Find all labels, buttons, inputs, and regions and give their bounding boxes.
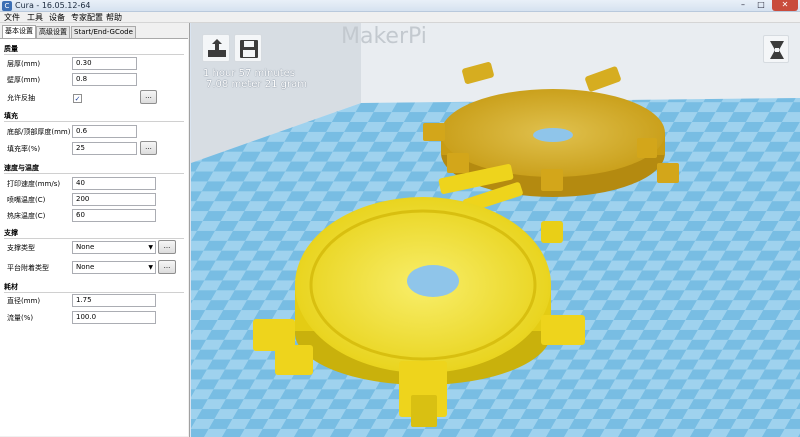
retraction-label: 允许反抽 <box>7 94 35 102</box>
filament-diameter-input[interactable]: 1.75 <box>72 294 156 307</box>
menu-expert[interactable]: 专家配置 <box>71 13 103 22</box>
load-model-button[interactable] <box>202 34 230 62</box>
print-amount-text: 7.08 meter 21 gram <box>206 79 307 90</box>
cura-app-icon: C <box>2 1 12 11</box>
retraction-checkbox[interactable]: ✓ <box>73 94 82 103</box>
menu-file[interactable]: 文件 <box>4 13 20 22</box>
section-title-speed: 速度与温度 <box>4 164 39 172</box>
view-mode-icon <box>770 41 784 59</box>
fill-settings-button[interactable]: ... <box>140 141 157 155</box>
support-type-value: None <box>76 243 95 251</box>
section-title-filament: 耗材 <box>4 283 18 291</box>
filament-flow-input[interactable]: 100.0 <box>72 311 156 324</box>
support-type-select[interactable]: None ▼ <box>72 241 156 254</box>
3d-viewport[interactable]: MakerPi 1 hour 57 minutes 7.08 meter 21 … <box>191 23 800 437</box>
layer-height-label: 层厚(mm) <box>7 60 41 68</box>
minimize-button[interactable]: – <box>734 0 752 11</box>
menu-tools[interactable]: 工具 <box>27 13 43 22</box>
save-toolpath-button[interactable] <box>234 34 262 62</box>
maximize-button[interactable]: □ <box>752 0 770 11</box>
adhesion-type-label: 平台附着类型 <box>7 264 49 272</box>
adhesion-type-value: None <box>76 263 95 271</box>
print-speed-label: 打印速度(mm/s) <box>7 180 61 188</box>
dropdown-arrow-icon: ▼ <box>148 244 153 251</box>
filament-diameter-label: 直径(mm) <box>7 297 41 305</box>
load-icon <box>208 39 226 57</box>
bed-temp-label: 热床温度(C) <box>7 212 46 220</box>
section-divider <box>4 54 184 55</box>
support-type-label: 支撑类型 <box>7 244 35 252</box>
close-button[interactable]: ✕ <box>772 0 798 11</box>
tab-advanced[interactable]: 高级设置 <box>36 26 70 38</box>
menu-help[interactable]: 帮助 <box>106 13 122 22</box>
section-divider <box>4 238 184 239</box>
view-mode-button[interactable] <box>763 35 789 63</box>
bed-temp-input[interactable]: 60 <box>72 209 156 222</box>
section-title-support: 支撑 <box>4 229 18 237</box>
adhesion-type-select[interactable]: None ▼ <box>72 261 156 274</box>
print-speed-input[interactable]: 40 <box>72 177 156 190</box>
shell-thickness-label: 壁厚(mm) <box>7 76 41 84</box>
fill-density-input[interactable]: 25 <box>72 142 137 155</box>
wall-logo-text: MakerPi <box>341 24 427 49</box>
tab-start-end-gcode[interactable]: Start/End-GCode <box>71 26 136 38</box>
shell-thickness-input[interactable]: 0.8 <box>72 73 137 86</box>
support-settings-button[interactable]: ... <box>158 240 176 254</box>
settings-tabs: 基本设置 高级设置 Start/End-GCode <box>0 25 190 39</box>
fill-density-label: 填充率(%) <box>7 145 41 153</box>
nozzle-temp-label: 喷嘴温度(C) <box>7 196 46 204</box>
section-title-quality: 质量 <box>4 45 18 53</box>
section-title-fill: 填充 <box>4 112 18 120</box>
bottom-top-thickness-label: 底部/顶部厚度(mm) <box>7 128 71 136</box>
title-bar: C Cura - 16.05.12-64 – □ ✕ <box>0 0 800 12</box>
nozzle-temp-input[interactable]: 200 <box>72 193 156 206</box>
section-divider <box>4 121 184 122</box>
layer-height-input[interactable]: 0.30 <box>72 57 137 70</box>
filament-flow-label: 流量(%) <box>7 314 34 322</box>
adhesion-settings-button[interactable]: ... <box>158 260 176 274</box>
section-divider <box>4 292 184 293</box>
window-title: Cura - 16.05.12-64 <box>15 1 91 10</box>
print-time-text: 1 hour 57 minutes <box>203 68 296 79</box>
dropdown-arrow-icon: ▼ <box>148 264 153 271</box>
section-divider <box>4 173 184 174</box>
menu-machine[interactable]: 设备 <box>49 13 65 22</box>
save-icon <box>240 40 258 58</box>
menu-bar: 文件 工具 设备 专家配置 帮助 <box>0 12 800 23</box>
settings-panel: 基本设置 高级设置 Start/End-GCode 质量 层厚(mm) 0.30… <box>0 23 190 437</box>
retraction-settings-button[interactable]: ... <box>140 90 157 104</box>
basic-settings-body: 质量 层厚(mm) 0.30 壁厚(mm) 0.8 允许反抽 ✓ ... 填充 … <box>0 38 188 436</box>
bottom-top-thickness-input[interactable]: 0.6 <box>72 125 137 138</box>
tab-basic[interactable]: 基本设置 <box>2 25 36 39</box>
